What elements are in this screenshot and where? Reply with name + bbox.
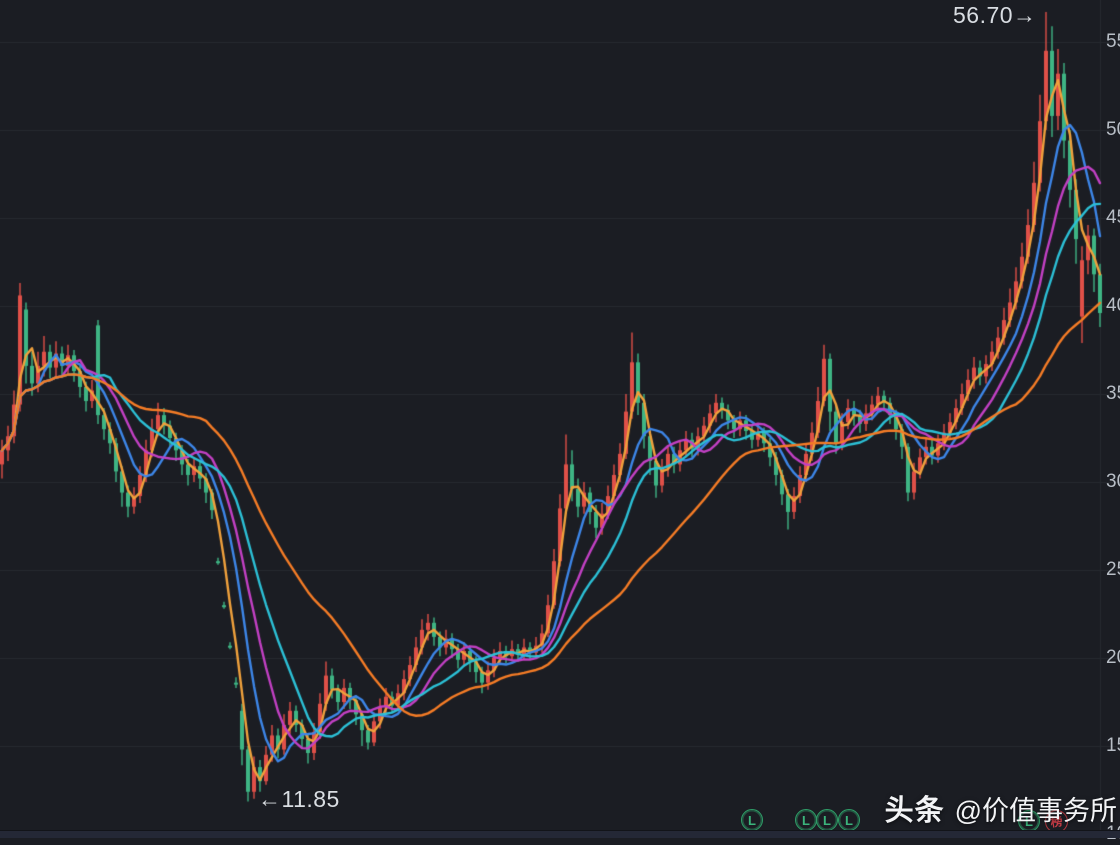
stock-chart: 56.70→ ←11.85 55504540353025201510 LLLLL… — [0, 0, 1120, 838]
axis-tick-label: 15 — [1106, 735, 1120, 757]
axis-tick-label: 25 — [1106, 559, 1120, 581]
low-price-annotation: ←11.85 — [258, 786, 340, 813]
event-marker-icon[interactable]: L — [741, 809, 763, 831]
axis-tick-label: 55 — [1106, 31, 1120, 53]
watermark-handle: @价值事务所 — [955, 789, 1117, 828]
axis-tick-label: 45 — [1106, 207, 1120, 229]
event-marker-icon[interactable]: L — [838, 809, 860, 831]
axis-tick-label: 35 — [1106, 383, 1120, 405]
axis-tick-label: 50 — [1106, 119, 1120, 141]
axis-tick-label: 20 — [1106, 647, 1120, 669]
axis-tick-label: 40 — [1106, 295, 1120, 317]
watermark: 头条 @价值事务所 — [885, 787, 1117, 829]
event-marker-icon[interactable]: L — [795, 809, 817, 831]
candlestick-canvas[interactable] — [0, 0, 1120, 830]
high-price-annotation: 56.70→ — [953, 2, 1037, 29]
footer-strip — [0, 830, 1120, 838]
axis-tick-label: 30 — [1106, 471, 1120, 493]
watermark-brand: 头条 — [885, 787, 945, 829]
event-marker-icon[interactable]: L — [816, 809, 838, 831]
